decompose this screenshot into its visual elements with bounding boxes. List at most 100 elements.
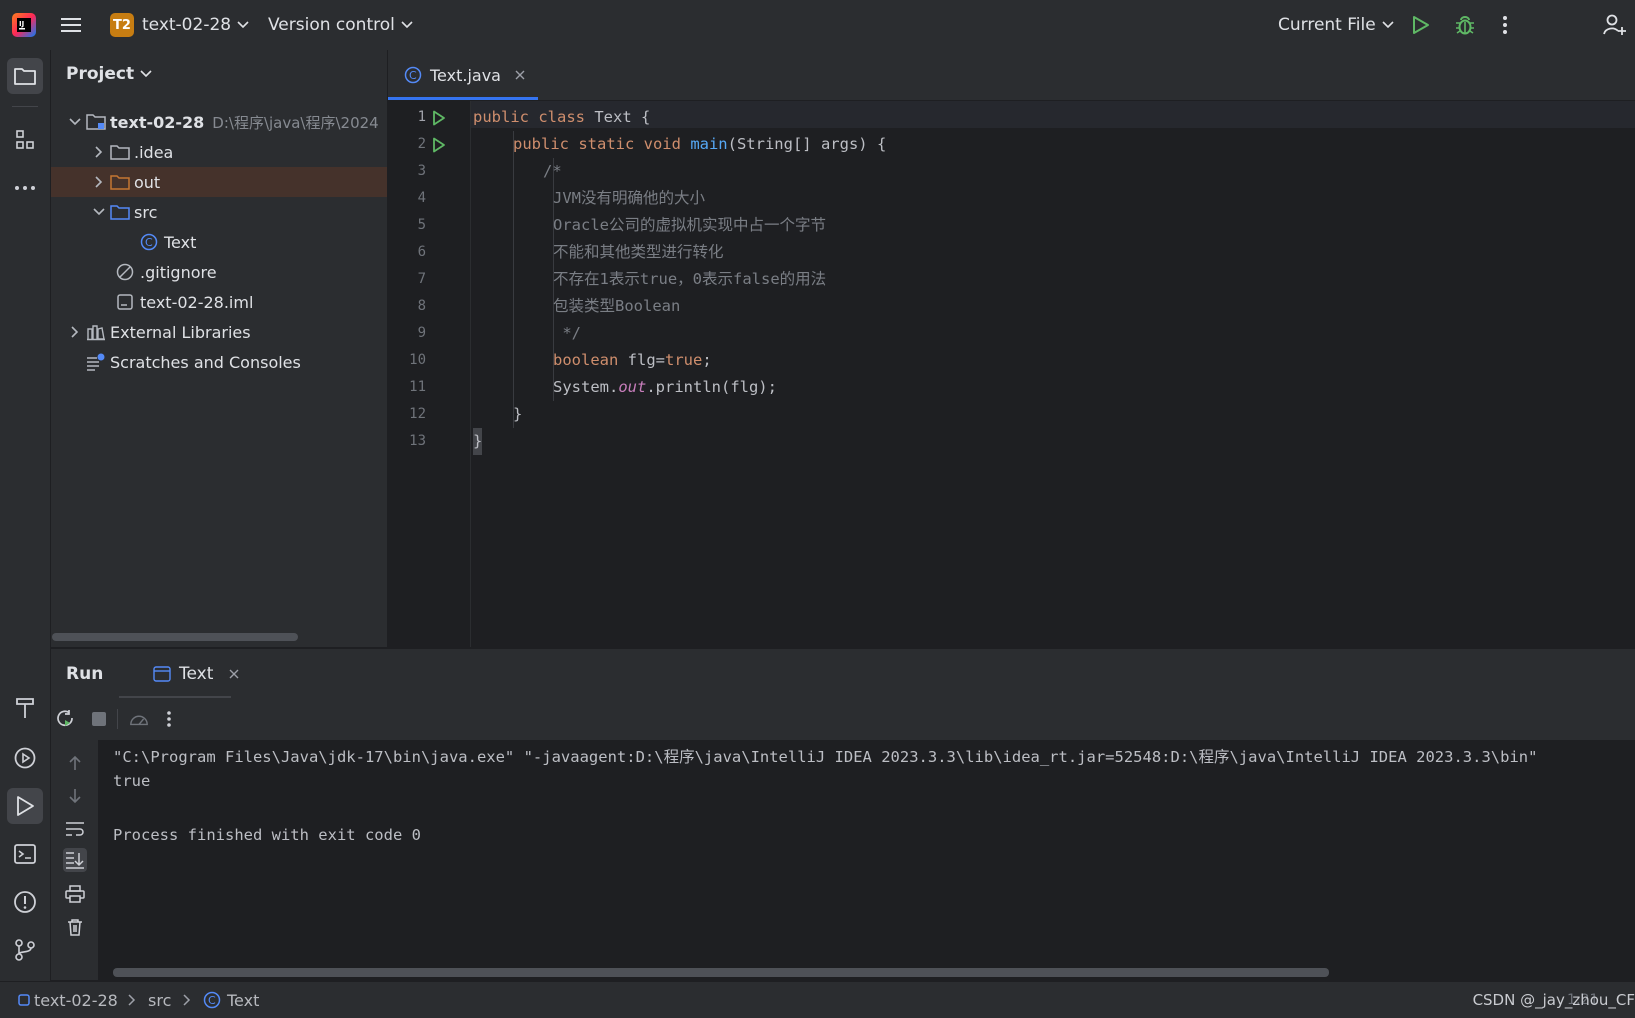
close-icon[interactable] [515,70,525,80]
more-tools-button[interactable] [7,170,43,206]
scratches-icon [86,353,106,371]
project-switcher[interactable]: T2 text-02-28 [110,0,249,50]
version-control-menu[interactable]: Version control [268,0,413,50]
tree-item-gitignore[interactable]: .gitignore [51,257,387,287]
run-config-label: Current File [1278,15,1376,35]
structure-icon [16,130,34,149]
tree-item-out[interactable]: out [51,167,387,197]
project-root-name: text-02-28 [110,112,205,132]
tree-item-text-class[interactable]: C Text [51,227,387,257]
chevron-down-icon [237,21,249,29]
print-button[interactable] [63,882,87,906]
chevron-right-icon[interactable] [90,176,108,188]
code-editor[interactable]: 1 2 3 4 5 6 7 8 9 10 11 12 13 public cla… [388,101,1635,647]
arrow-up-icon [69,755,81,770]
app-logo-icon[interactable]: IJ [11,0,37,50]
run-config-selector[interactable]: Current File [1278,0,1394,50]
code-line-10: boolean flg=true; [553,351,712,369]
breadcrumb-label: text-02-28 [34,990,118,1010]
run-main-gutter-icon[interactable] [432,131,450,158]
line-number: 4 [417,190,426,206]
run-class-gutter-icon[interactable] [432,104,450,131]
title-bar: IJ T2 text-02-28 Version control Current… [0,0,1635,51]
code-line-8: 包装类型Boolean [553,297,681,315]
git-branch-icon [15,939,35,961]
run-button[interactable] [1412,0,1430,50]
line-number: 10 [409,352,426,368]
close-icon[interactable] [229,669,239,679]
tree-item-iml[interactable]: text-02-28.iml [51,287,387,317]
run-tab-text[interactable]: Text [137,649,253,699]
module-file-icon [116,293,136,311]
svg-text:IJ: IJ [19,20,24,28]
library-icon [86,323,106,341]
breadcrumb-project[interactable]: text-02-28 [18,982,118,1018]
code-line-12: } [513,405,523,423]
run-tab-label: Text [179,664,214,684]
arrow-down-icon [69,789,81,804]
debug-button[interactable] [1454,0,1476,50]
printer-icon [65,885,85,903]
chevron-down-icon[interactable] [90,208,108,216]
editor-tab-text-java[interactable]: C Text.java [388,50,538,100]
main-menu-button[interactable] [61,0,83,50]
breadcrumb-text[interactable]: C Text [203,982,259,1018]
line-number: 12 [409,406,426,422]
problems-tool-button[interactable] [7,884,43,920]
folder-icon [14,68,36,85]
scroll-up-button[interactable] [63,751,87,775]
code-line-6: 不能和其他类型进行转化 [553,243,724,261]
tree-item-label: .gitignore [140,262,217,282]
tree-root-project[interactable]: text-02-28 D:\程序\java\程序\2024 [51,107,387,137]
tree-item-scratches[interactable]: Scratches and Consoles [51,347,387,377]
clear-console-button[interactable] [63,915,87,939]
rerun-button[interactable] [56,709,76,729]
hammer-icon [16,698,34,718]
tree-item-idea[interactable]: .idea [51,137,387,167]
editor-tab-bar: C Text.java [388,50,1635,101]
terminal-tool-button[interactable] [7,836,43,872]
code-line-1: public class Text { [473,108,651,126]
tree-item-label: out [134,172,161,192]
line-number: 7 [417,271,426,287]
version-control-label: Version control [268,15,395,35]
chevron-right-icon[interactable] [66,326,84,338]
rerun-icon [57,710,73,727]
scroll-down-button[interactable] [63,784,87,808]
add-user-button[interactable] [1603,0,1627,50]
project-tool-button[interactable] [7,58,43,94]
console-output[interactable]: "C:\Program Files\Java\jdk-17\bin\java.e… [98,740,1635,980]
stop-button[interactable] [89,709,109,729]
code-line-7: 不存在1表示true，0表示false的用法 [553,270,827,288]
build-tool-button[interactable] [7,690,43,726]
line-number: 2 [417,136,426,152]
soft-wrap-button[interactable] [63,817,87,841]
project-panel-header[interactable]: Project [66,64,152,84]
add-user-icon [1603,14,1626,35]
tree-item-src[interactable]: src [51,197,387,227]
scroll-to-end-button[interactable] [63,848,87,872]
more-vertical-icon [1503,16,1507,34]
chevron-right-icon[interactable] [90,146,108,158]
tree-item-external-libraries[interactable]: External Libraries [51,317,387,347]
profiler-button[interactable] [129,709,149,729]
wrap-icon [66,822,84,836]
status-bar: text-02-28 src C Text 1:21 CSDN @_jay_zh… [0,981,1635,1018]
git-tool-button[interactable] [7,932,43,968]
structure-tool-button[interactable] [7,122,43,158]
warning-circle-icon [14,891,36,913]
stop-icon [92,712,106,726]
chevron-down-icon[interactable] [66,118,84,126]
services-tool-button[interactable] [7,740,43,776]
more-actions-button[interactable] [1502,0,1508,50]
breadcrumb-src[interactable]: src [148,982,171,1018]
run-more-button[interactable] [159,709,179,729]
code-line-13: } [473,428,483,455]
gauge-icon [130,715,148,726]
left-tool-strip [0,50,51,981]
chevron-right-icon [183,982,191,1018]
project-horizontal-scrollbar[interactable] [52,633,298,641]
project-panel: Project text-02-28 D:\程序\java\程序\2024 .i… [51,50,387,647]
run-tool-button[interactable] [7,788,43,824]
console-horizontal-scrollbar[interactable] [113,968,1329,977]
